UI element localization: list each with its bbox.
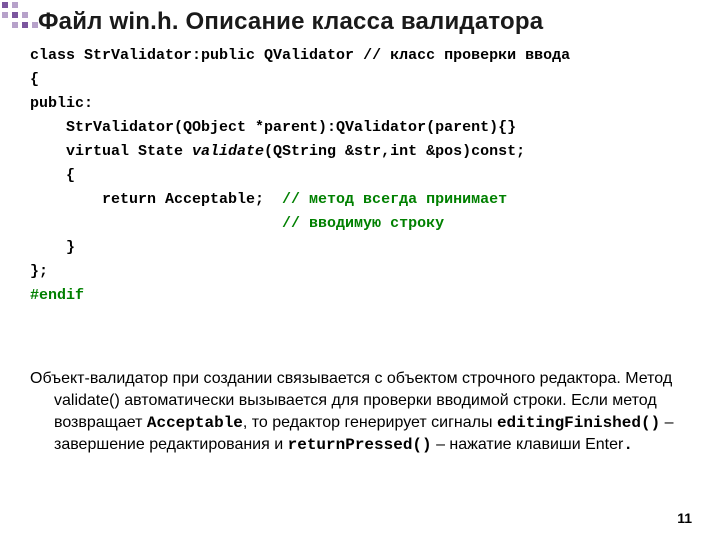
code-comment: // класс проверки ввода <box>363 47 570 64</box>
code-line <box>30 215 282 232</box>
code-block: class StrValidator:public QValidator // … <box>30 44 700 308</box>
code-directive: #endif <box>30 284 700 308</box>
page-title: Файл win.h. Описание класса валидатора <box>38 8 543 36</box>
code-line: virtual State <box>30 143 192 160</box>
code-identifier: validate <box>192 143 264 160</box>
page-number: 11 <box>677 510 692 526</box>
code-comment: // метод всегда принимает <box>282 191 507 208</box>
code-inline: editingFinished() <box>497 414 660 432</box>
code-line: { <box>30 68 700 92</box>
code-comment: // вводимую строку <box>282 215 444 232</box>
para-text: – нажатие клавиши Enter <box>432 436 624 453</box>
code-line: (QString &str,int &pos)const; <box>264 143 525 160</box>
code-line: { <box>30 164 700 188</box>
code-line: }; <box>30 260 700 284</box>
code-line: StrValidator(QObject *parent):QValidator… <box>30 116 700 140</box>
code-inline: Acceptable <box>147 414 243 432</box>
code-line: return Acceptable; <box>30 191 282 208</box>
code-inline: returnPressed() <box>288 436 432 454</box>
code-line: class StrValidator:public QValidator <box>30 47 363 64</box>
code-line: } <box>30 236 700 260</box>
code-line: public: <box>30 92 700 116</box>
para-text: , то редактор генерирует сигналы <box>243 414 497 431</box>
para-text: . <box>623 436 633 454</box>
description-paragraph: Объект-валидатор при создании связываетс… <box>30 368 692 456</box>
